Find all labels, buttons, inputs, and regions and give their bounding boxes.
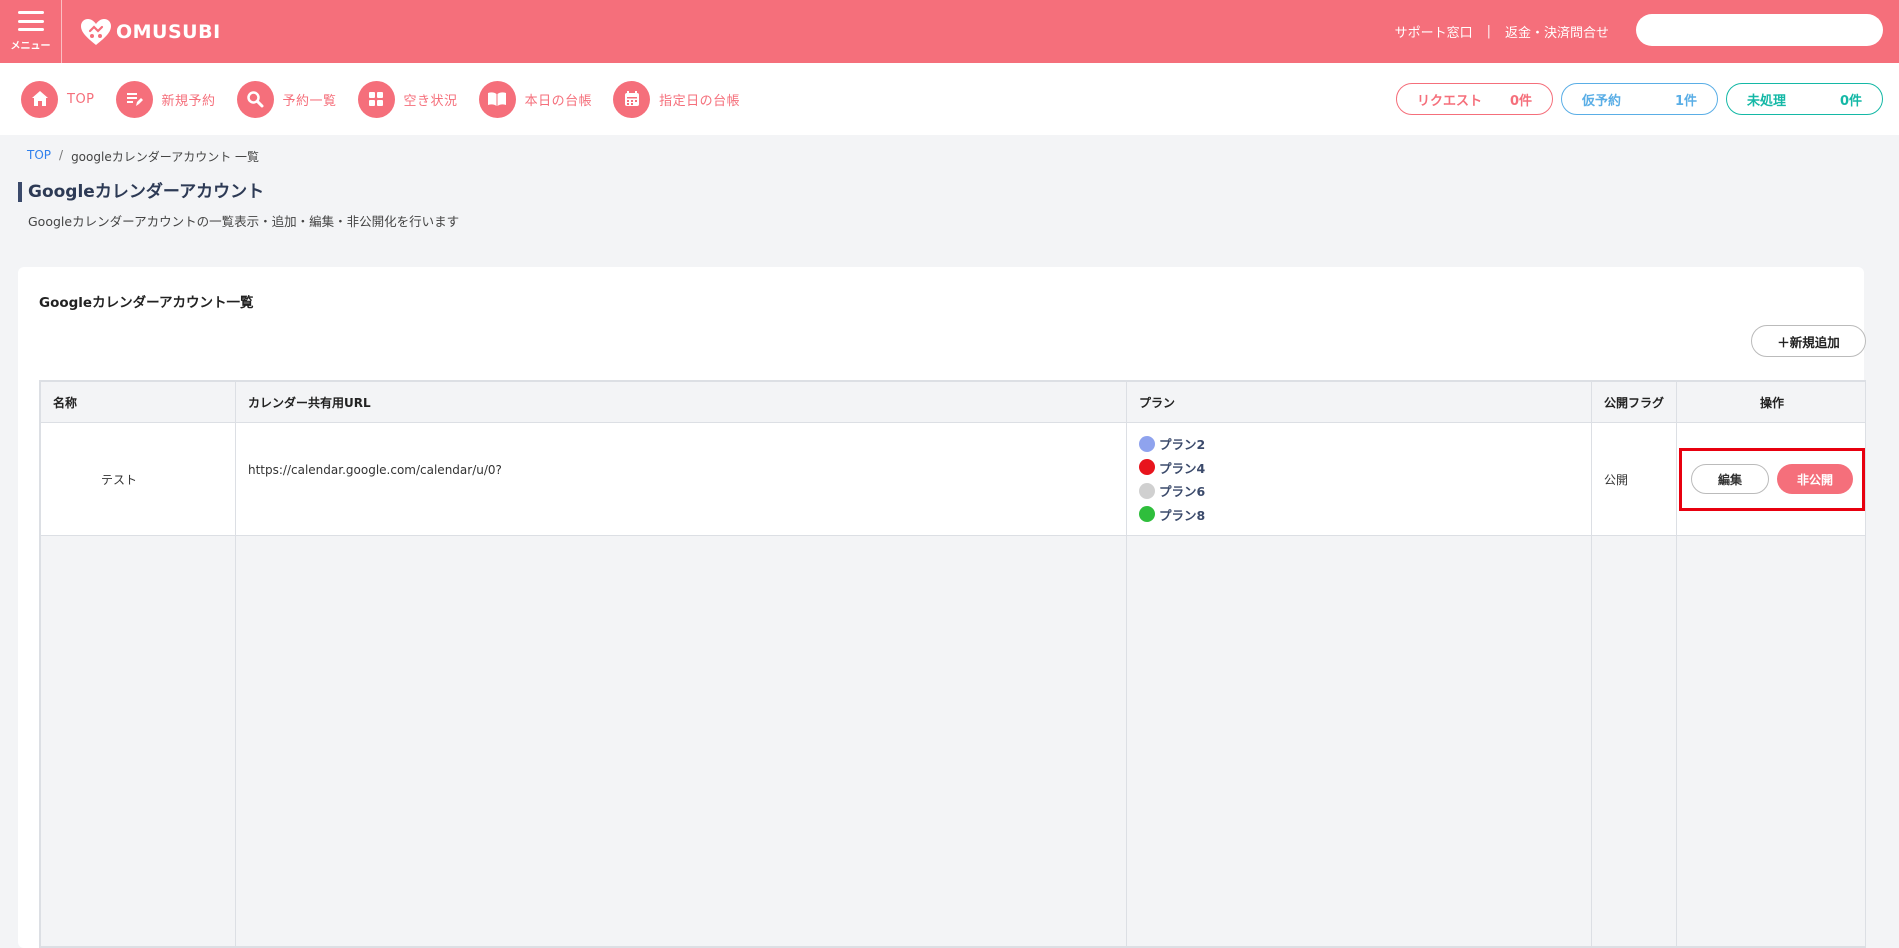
plan-color-dot (1139, 459, 1155, 476)
home-icon (21, 80, 58, 118)
page-title: Googleカレンダーアカウント (18, 182, 264, 202)
empty-cell (235, 535, 1127, 947)
nav-label-top: TOP (67, 91, 95, 107)
logo-text: OMUSUBI (116, 20, 221, 43)
nav-item-availability[interactable]: 空き状況 (357, 80, 458, 118)
plan-color-dot (1139, 506, 1155, 523)
breadcrumb-top-link[interactable]: TOP (27, 148, 51, 165)
empty-table-area (40, 535, 1865, 947)
nav-label-new-reservation: 新規予約 (161, 93, 216, 109)
plan-label: プラン2 (1159, 437, 1206, 453)
logo[interactable]: OMUSUBI (80, 18, 221, 46)
unpublish-button[interactable]: 非公開 (1777, 464, 1853, 494)
empty-cell (1591, 535, 1677, 947)
cell-plans: プラン2 プラン4 プラン6 プラン8 (1126, 422, 1592, 536)
column-header-name: 名称 (40, 381, 236, 423)
account-list-card: Googleカレンダーアカウント一覧 ＋新規追加 名称 カレンダー共有用URL … (18, 267, 1866, 948)
breadcrumb-separator: / (59, 148, 64, 162)
nav-item-date-ledger[interactable]: 指定日の台帳 (613, 80, 741, 118)
request-pill[interactable]: リクエスト 0件 (1396, 83, 1553, 115)
nav-items: TOP 新規予約 予約一覧 空き状況 本日の台帳 指定日の台帳 (21, 80, 761, 118)
edit-button[interactable]: 編集 (1691, 464, 1769, 494)
book-icon (478, 80, 516, 118)
breadcrumb-current: googleカレンダーアカウント 一覧 (71, 150, 260, 164)
cell-public-flag: 公開 (1591, 422, 1677, 536)
nav-bar: TOP 新規予約 予約一覧 空き状況 本日の台帳 指定日の台帳 リクエスト 0件… (0, 63, 1899, 135)
heart-logo-icon (81, 18, 111, 45)
header-search-input[interactable] (1636, 14, 1883, 46)
empty-cell (1676, 535, 1865, 947)
top-header: メニュー OMUSUBI サポート窓口 | 返金・決済問合せ (0, 0, 1899, 63)
request-count: 0件 (1509, 93, 1532, 109)
cell-name: テスト (40, 422, 236, 536)
nav-label-date-ledger: 指定日の台帳 (659, 93, 741, 109)
header-links: サポート窓口 | 返金・決済問合せ (1395, 0, 1609, 63)
edit-icon (115, 80, 153, 118)
plan-label: プラン4 (1159, 460, 1206, 476)
plan-item: プラン8 (1139, 503, 1579, 527)
calendar-icon (613, 80, 651, 118)
column-header-public-flag: 公開フラグ (1591, 381, 1677, 423)
plan-list: プラン2 プラン4 プラン6 プラン8 (1139, 432, 1579, 526)
nav-label-availability: 空き状況 (403, 93, 458, 109)
cell-actions: 編集 非公開 (1676, 422, 1865, 536)
menu-label: メニュー (10, 41, 51, 52)
request-label: リクエスト (1417, 93, 1483, 109)
empty-cell (1126, 535, 1592, 947)
account-table: 名称 カレンダー共有用URL プラン 公開フラグ 操作 テスト https://… (39, 380, 1866, 948)
unprocessed-label: 未処理 (1747, 93, 1787, 109)
plan-label: プラン8 (1159, 507, 1206, 523)
table-header-row: 名称 カレンダー共有用URL プラン 公開フラグ 操作 (40, 381, 1865, 423)
nav-label-reservation-list: 予約一覧 (282, 93, 337, 109)
tentative-label: 仮予約 (1582, 93, 1622, 109)
grid-icon (357, 80, 395, 118)
tentative-count: 1件 (1674, 93, 1697, 109)
menu-button[interactable]: メニュー (0, 0, 62, 63)
unprocessed-count: 0件 (1839, 93, 1862, 109)
nav-label-today-ledger: 本日の台帳 (524, 93, 593, 109)
plan-color-dot (1139, 435, 1155, 452)
plan-item: プラン2 (1139, 432, 1579, 456)
nav-item-reservation-list[interactable]: 予約一覧 (236, 80, 337, 118)
status-pills: リクエスト 0件 仮予約 1件 未処理 0件 (1388, 83, 1883, 115)
nav-item-today-ledger[interactable]: 本日の台帳 (478, 80, 593, 118)
cell-url: https://calendar.google.com/calendar/u/0… (235, 422, 1127, 536)
plan-label: プラン6 (1159, 484, 1206, 500)
refund-inquiry-link[interactable]: 返金・決済問合せ (1505, 22, 1609, 41)
page-description: Googleカレンダーアカウントの一覧表示・追加・編集・非公開化を行います (28, 214, 460, 229)
empty-cell (40, 535, 236, 947)
actions-highlight-box: 編集 非公開 (1679, 447, 1865, 511)
link-separator: | (1486, 24, 1491, 39)
nav-item-new-reservation[interactable]: 新規予約 (115, 80, 216, 118)
column-header-plan: プラン (1126, 381, 1592, 423)
search-icon (236, 80, 274, 118)
add-new-button[interactable]: ＋新規追加 (1751, 325, 1866, 357)
tentative-reservation-pill[interactable]: 仮予約 1件 (1561, 83, 1718, 115)
plan-color-dot (1139, 482, 1155, 499)
breadcrumb: TOP / googleカレンダーアカウント 一覧 (27, 148, 259, 165)
table-row: テスト https://calendar.google.com/calendar… (40, 422, 1865, 536)
nav-item-top[interactable]: TOP (21, 80, 95, 118)
support-link[interactable]: サポート窓口 (1395, 22, 1473, 41)
unprocessed-pill[interactable]: 未処理 0件 (1726, 83, 1883, 115)
plan-item: プラン4 (1139, 456, 1579, 480)
card-title: Googleカレンダーアカウント一覧 (39, 295, 254, 311)
plan-item: プラン6 (1139, 479, 1579, 503)
column-header-url: カレンダー共有用URL (235, 381, 1127, 423)
column-header-actions: 操作 (1676, 381, 1865, 423)
hamburger-icon (17, 11, 44, 31)
